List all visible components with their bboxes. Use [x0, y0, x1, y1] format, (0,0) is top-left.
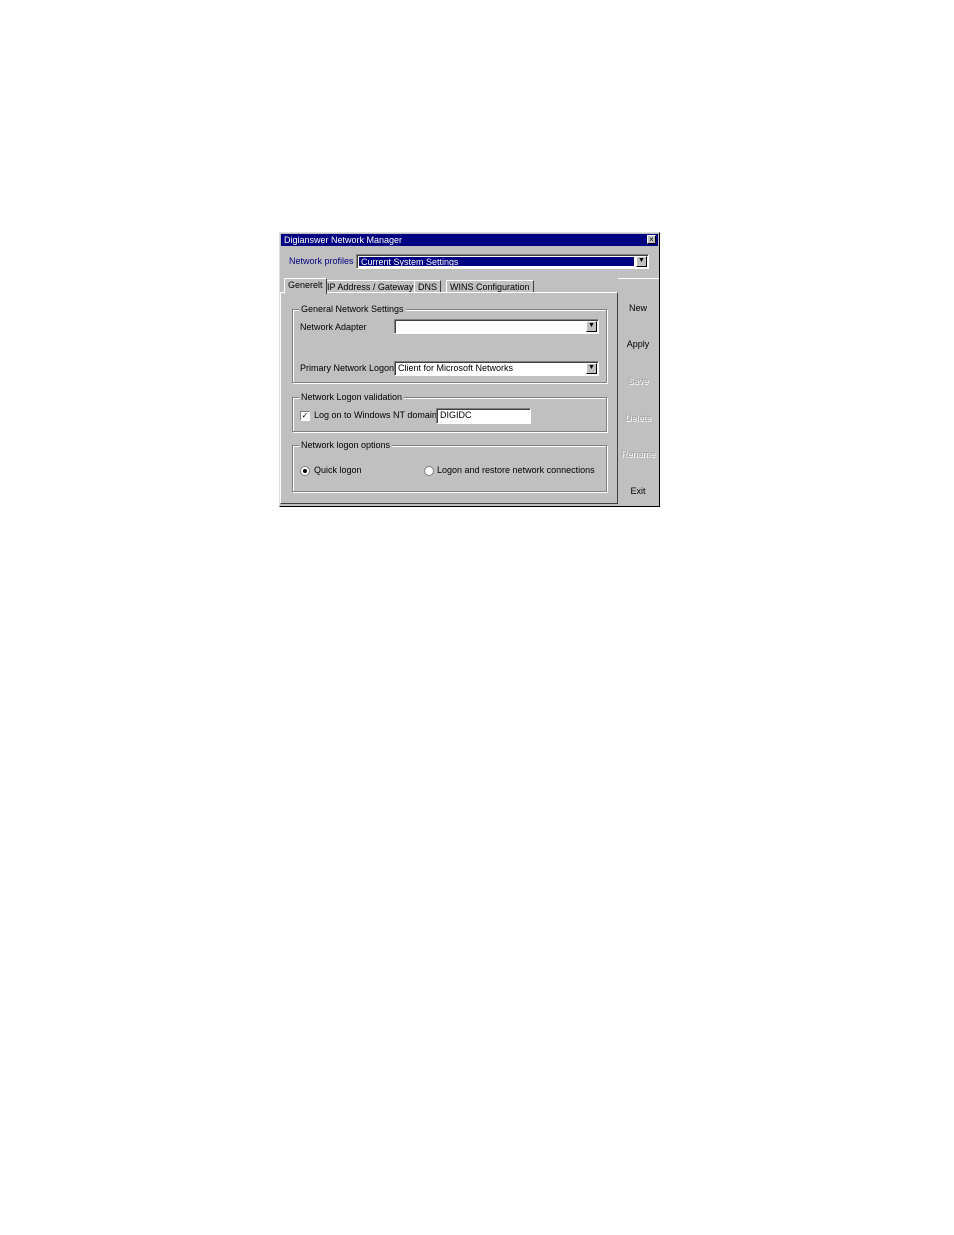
new-button[interactable]: New: [618, 302, 658, 314]
primary-network-logon-label: Primary Network Logon: [300, 363, 395, 373]
chevron-down-icon[interactable]: ▼: [586, 321, 597, 332]
network-adapter-combo[interactable]: ▼: [394, 319, 599, 334]
button-column-separator: [618, 278, 659, 279]
radio-selected-dot: [303, 469, 307, 473]
logon-restore-radio[interactable]: [424, 466, 434, 476]
group-title: General Network Settings: [299, 303, 406, 315]
chevron-down-icon[interactable]: ▼: [586, 363, 597, 374]
window-title: Digianswer Network Manager: [284, 235, 403, 245]
save-button[interactable]: Save: [618, 375, 658, 387]
windows-nt-domain-label: Log on to Windows NT domain: [314, 410, 437, 420]
delete-button[interactable]: Delete: [618, 412, 658, 424]
chevron-down-icon[interactable]: ▼: [636, 256, 647, 267]
apply-button[interactable]: Apply: [618, 338, 658, 350]
windows-nt-domain-checkbox[interactable]: ✓: [300, 411, 310, 421]
domain-value: DIGIDC: [440, 410, 472, 420]
quick-logon-label: Quick logon: [314, 465, 362, 475]
network-profiles-selected: Current System Settings: [359, 257, 634, 267]
close-icon[interactable]: ×: [647, 235, 656, 244]
domain-field[interactable]: DIGIDC: [436, 408, 531, 424]
primary-network-logon-value: Client for Microsoft Networks: [398, 363, 514, 373]
tab-generelt[interactable]: Generelt: [284, 278, 327, 294]
group-title: Network logon options: [299, 439, 393, 451]
rename-button[interactable]: Rename: [618, 448, 658, 460]
group-title: Network Logon validation: [299, 391, 405, 403]
quick-logon-radio[interactable]: [300, 466, 310, 476]
network-profiles-combo[interactable]: Current System Settings ▼: [356, 254, 649, 269]
primary-network-logon-combo[interactable]: Client for Microsoft Networks ▼: [394, 361, 599, 376]
exit-button[interactable]: Exit: [618, 485, 658, 497]
title-bar: Digianswer Network Manager ×: [281, 234, 658, 246]
network-profiles-label: Network profiles: [289, 256, 354, 266]
network-adapter-label: Network Adapter: [300, 322, 367, 332]
logon-restore-label: Logon and restore network connections: [437, 465, 595, 475]
